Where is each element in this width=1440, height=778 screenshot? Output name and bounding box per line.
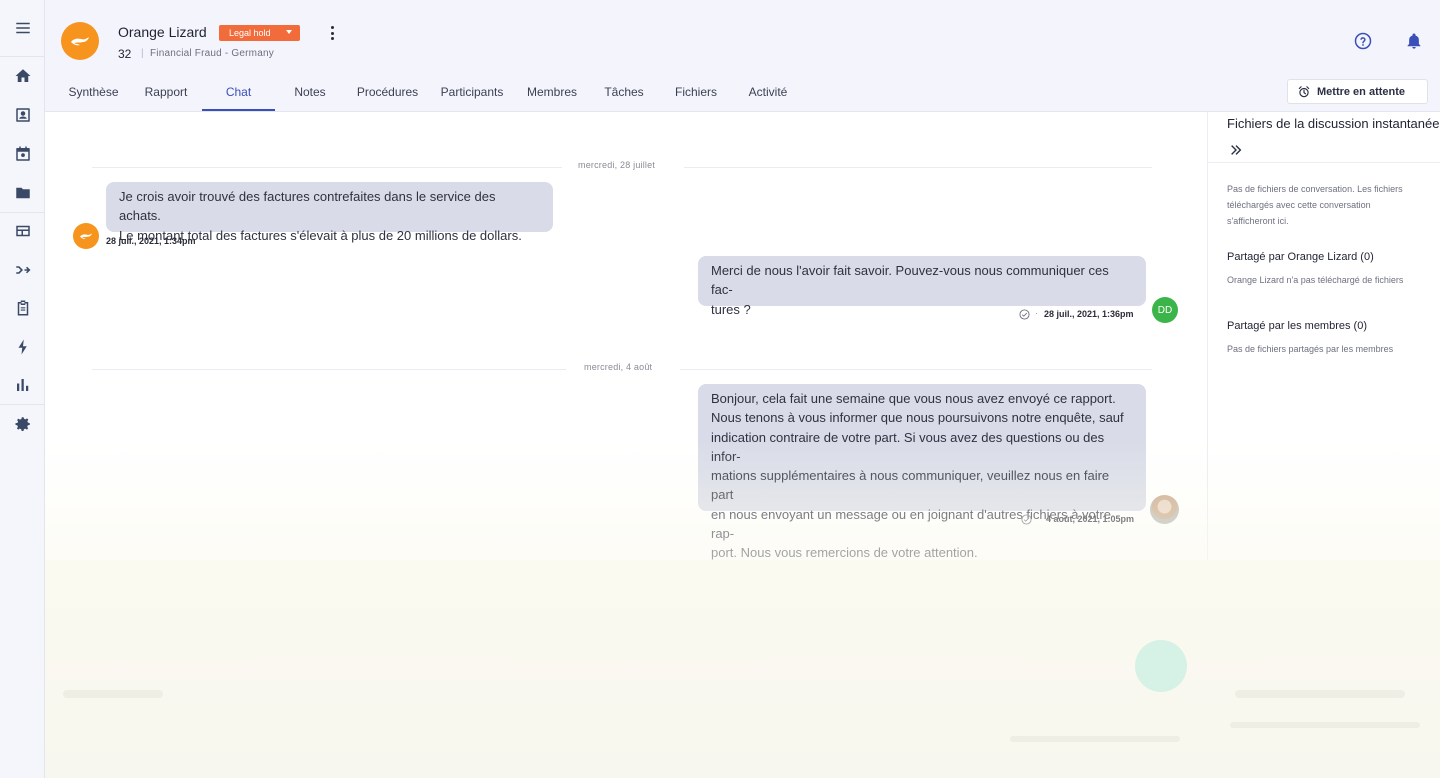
menu-icon[interactable] <box>0 9 45 47</box>
legal-hold-label: Legal hold <box>229 28 271 38</box>
bell-icon[interactable] <box>1405 32 1423 50</box>
panel-faded-line <box>1235 690 1405 698</box>
day-separator: mercredi, 28 juillet <box>92 160 1152 174</box>
home-icon[interactable] <box>0 57 45 95</box>
message-bubble-outgoing: Merci de nous l'avoir fait savoir. Pouve… <box>698 256 1146 317</box>
user-avatar-dd: DD <box>1152 297 1178 323</box>
lightning-icon[interactable] <box>0 328 45 366</box>
tab-rapport[interactable]: Rapport <box>133 76 199 111</box>
day-label: mercredi, 28 juillet <box>578 160 656 170</box>
case-title: Orange Lizard <box>118 24 207 40</box>
message-timestamp: 4 août, 2021, 1:05pm <box>1046 514 1135 524</box>
collapse-panel-icon[interactable] <box>1229 143 1243 157</box>
tab-taches[interactable]: Tâches <box>594 76 654 111</box>
case-separator: | <box>141 48 144 59</box>
shared-by-members-heading: Partagé par les membres (0) <box>1227 320 1367 332</box>
tab-notes[interactable]: Notes <box>280 76 340 111</box>
settings-icon[interactable] <box>0 405 45 443</box>
shared-by-members-text: Pas de fichiers partagés par les membres <box>1227 344 1394 354</box>
panel-title: Fichiers de la discussion instantanée <box>1227 116 1440 131</box>
composer-area-faded <box>45 560 1440 778</box>
message-bubble-outgoing: Bonjour, cela fait une semaine que vous … <box>698 384 1146 560</box>
message-timestamp: 28 juil., 2021, 1:34pm <box>106 236 196 246</box>
folder-icon[interactable] <box>0 174 45 212</box>
shared-by-case-heading: Partagé par Orange Lizard (0) <box>1227 251 1374 263</box>
put-on-hold-label: Mettre en attente <box>1317 85 1406 98</box>
clipboard-icon[interactable] <box>0 289 45 327</box>
case-subtitle: Financial Fraud - Germany <box>150 48 274 59</box>
case-number: 32 <box>118 47 132 61</box>
chat-files-panel: Fichiers de la discussion instantanée Pa… <box>1207 112 1440 562</box>
chevron-down-icon <box>286 30 292 34</box>
message-text: Bonjour, cela fait une semaine que vous … <box>711 391 1124 561</box>
read-check-icon <box>1021 514 1032 525</box>
left-nav-rail <box>0 0 45 778</box>
more-options-icon[interactable] <box>326 24 338 42</box>
bar-chart-icon[interactable] <box>0 366 45 404</box>
tab-procedures[interactable]: Procédures <box>350 76 425 111</box>
day-label: mercredi, 4 août <box>584 362 653 372</box>
table-icon[interactable] <box>0 212 45 250</box>
read-check-icon <box>1019 309 1030 320</box>
calendar-icon[interactable] <box>0 135 45 173</box>
avatar-initials: DD <box>1157 304 1173 316</box>
message-bubble-incoming: Je crois avoir trouvé des factures contr… <box>106 182 553 243</box>
shared-by-case-text: Orange Lizard n'a pas téléchargé de fich… <box>1227 275 1404 285</box>
message-timestamp: 28 juil., 2021, 1:36pm <box>1044 309 1134 319</box>
tab-activite[interactable]: Activité <box>738 76 798 111</box>
send-button[interactable] <box>1135 640 1187 692</box>
day-separator: mercredi, 4 août <box>92 362 1152 376</box>
tab-fichiers[interactable]: Fichiers <box>666 76 726 111</box>
panel-faded-line <box>1230 722 1420 728</box>
case-avatar <box>73 223 99 249</box>
tab-synthese[interactable]: Synthèse <box>61 76 126 111</box>
merge-icon[interactable] <box>0 251 45 289</box>
tab-membres[interactable]: Membres <box>520 76 584 111</box>
tab-participants[interactable]: Participants <box>433 76 511 111</box>
help-icon[interactable] <box>1354 32 1372 50</box>
alarm-clock-icon <box>1298 86 1310 98</box>
inbox-icon[interactable] <box>0 96 45 134</box>
composer-placeholder <box>63 690 163 698</box>
legal-hold-badge[interactable]: Legal hold <box>219 25 300 41</box>
meta-separator-dot: · <box>1035 308 1038 318</box>
tab-bar: Synthèse Rapport Chat Notes Procédures P… <box>45 76 1045 111</box>
tab-chat[interactable]: Chat <box>202 76 275 111</box>
case-logo-lizard-icon <box>61 22 99 60</box>
meta-separator-dot: · <box>1037 513 1040 523</box>
case-header: Orange Lizard Legal hold 32 | Financial … <box>45 0 1440 112</box>
composer-faded-line <box>1010 736 1180 742</box>
panel-empty-text: Pas de fichiers de conversation. Les fic… <box>1227 184 1403 226</box>
user-avatar-photo <box>1150 495 1179 524</box>
put-on-hold-button[interactable]: Mettre en attente <box>1287 79 1428 104</box>
